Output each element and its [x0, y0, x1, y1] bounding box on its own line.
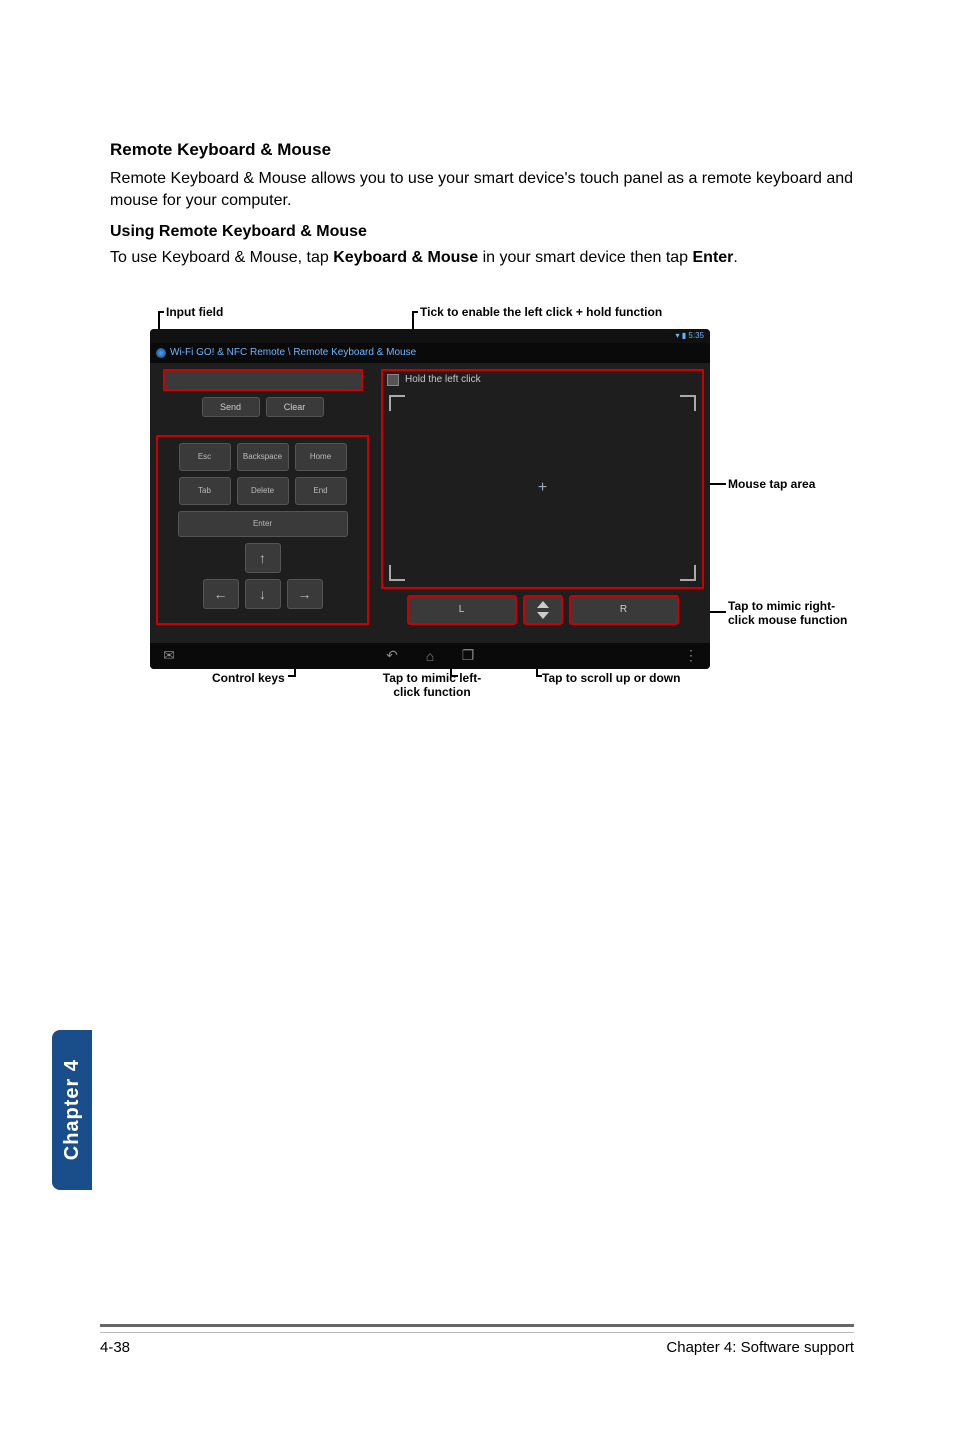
chapter-side-tab: Chapter 4 — [52, 1030, 92, 1190]
corner-marker — [389, 565, 405, 581]
device-screenshot: ▾ ▮ 5:35 Wi-Fi GO! & NFC Remote \ Remote… — [150, 329, 710, 669]
key-backspace[interactable]: Backspace — [237, 443, 289, 471]
status-time: 5:35 — [688, 331, 704, 340]
figure: Input field Tick to enable the left clic… — [110, 299, 870, 699]
app-title: Wi-Fi GO! & NFC Remote \ Remote Keyboard… — [170, 347, 416, 358]
corner-marker — [680, 395, 696, 411]
key-end[interactable]: End — [295, 477, 347, 505]
app-title-bar: Wi-Fi GO! & NFC Remote \ Remote Keyboard… — [150, 343, 710, 363]
nav-recent-icon[interactable]: ❐ — [449, 647, 487, 664]
control-keys-block: Esc Backspace Home Tab Delete End Enter — [156, 435, 369, 625]
right-pane: Hold the left click + L — [375, 363, 710, 643]
left-pane: Send Clear Esc Backspace Home Tab Delete — [150, 363, 375, 643]
key-arrow-down[interactable]: ↓ — [245, 579, 281, 609]
hold-left-click-checkbox[interactable] — [387, 374, 399, 386]
send-clear-row: Send Clear — [156, 397, 369, 417]
crosshair-icon: + — [538, 479, 547, 497]
key-esc[interactable]: Esc — [179, 443, 231, 471]
text-part: . — [733, 249, 737, 266]
content-area: Send Clear Esc Backspace Home Tab Delete — [150, 363, 710, 643]
mouse-left-button[interactable]: L — [407, 595, 517, 625]
input-row: Send Clear — [156, 369, 369, 417]
callout-tick-hold: Tick to enable the left click + hold fun… — [420, 305, 662, 319]
key-arrow-up[interactable]: ↑ — [245, 543, 281, 573]
nav-home-icon[interactable]: ⌂ — [411, 648, 449, 664]
leader-line — [536, 675, 542, 677]
text-bold: Keyboard & Mouse — [333, 249, 478, 266]
subsection-heading: Using Remote Keyboard & Mouse — [110, 223, 854, 241]
clear-button[interactable]: Clear — [266, 397, 324, 417]
text-bold: Enter — [693, 249, 734, 266]
footer-chapter-title: Chapter 4: Software support — [666, 1339, 854, 1356]
page: Remote Keyboard & Mouse Remote Keyboard … — [0, 0, 954, 1438]
section-intro: Remote Keyboard & Mouse allows you to us… — [110, 168, 854, 211]
subsection-intro: To use Keyboard & Mouse, tap Keyboard & … — [110, 247, 854, 269]
key-arrow-right[interactable]: → — [287, 579, 323, 609]
mouse-tap-area[interactable]: + — [381, 389, 704, 589]
scroll-down-icon — [537, 612, 549, 619]
mouse-scroll-button[interactable] — [523, 595, 563, 625]
chapter-side-label: Chapter 4 — [61, 1059, 84, 1160]
callout-control-keys: Control keys — [212, 671, 285, 685]
hold-left-click-row: Hold the left click — [381, 369, 704, 389]
nav-menu-icon[interactable]: ⋮ — [672, 647, 710, 664]
corner-marker — [389, 395, 405, 411]
leader-line — [412, 311, 418, 313]
scroll-up-icon — [537, 601, 549, 608]
nav-notification-icon[interactable]: ✉ — [150, 647, 188, 664]
key-home[interactable]: Home — [295, 443, 347, 471]
leader-line — [450, 675, 458, 677]
callout-scroll: Tap to scroll up or down — [542, 671, 680, 685]
page-footer: 4-38 Chapter 4: Software support — [100, 1332, 854, 1356]
callout-mouse-tap-area: Mouse tap area — [728, 477, 815, 491]
nav-back-icon[interactable]: ↶ — [373, 647, 411, 664]
callout-input-field: Input field — [166, 305, 223, 319]
key-arrow-left[interactable]: ← — [203, 579, 239, 609]
callout-left-click: Tap to mimic left-click function — [372, 671, 492, 700]
app-logo-icon — [156, 348, 166, 358]
key-delete[interactable]: Delete — [237, 477, 289, 505]
send-button[interactable]: Send — [202, 397, 260, 417]
key-tab[interactable]: Tab — [179, 477, 231, 505]
section-heading: Remote Keyboard & Mouse — [110, 140, 854, 160]
wifi-icon: ▾ — [676, 331, 680, 340]
text-input[interactable] — [163, 369, 363, 391]
callout-right-click: Tap to mimic right-click mouse function — [728, 599, 848, 628]
leader-line — [158, 311, 164, 313]
corner-marker — [680, 565, 696, 581]
footer-page-number: 4-38 — [100, 1339, 130, 1356]
leader-line — [288, 675, 296, 677]
battery-icon: ▮ — [682, 331, 686, 340]
android-nav-bar: ✉ ↶ ⌂ ❐ ⋮ — [150, 643, 710, 669]
mouse-right-button[interactable]: R — [569, 595, 679, 625]
status-bar: ▾ ▮ 5:35 — [150, 329, 710, 343]
text-part: To use Keyboard & Mouse, tap — [110, 249, 333, 266]
key-enter[interactable]: Enter — [178, 511, 348, 537]
text-part: in your smart device then tap — [478, 249, 692, 266]
mouse-button-row: L R — [381, 595, 704, 625]
hold-left-click-label: Hold the left click — [405, 374, 481, 385]
